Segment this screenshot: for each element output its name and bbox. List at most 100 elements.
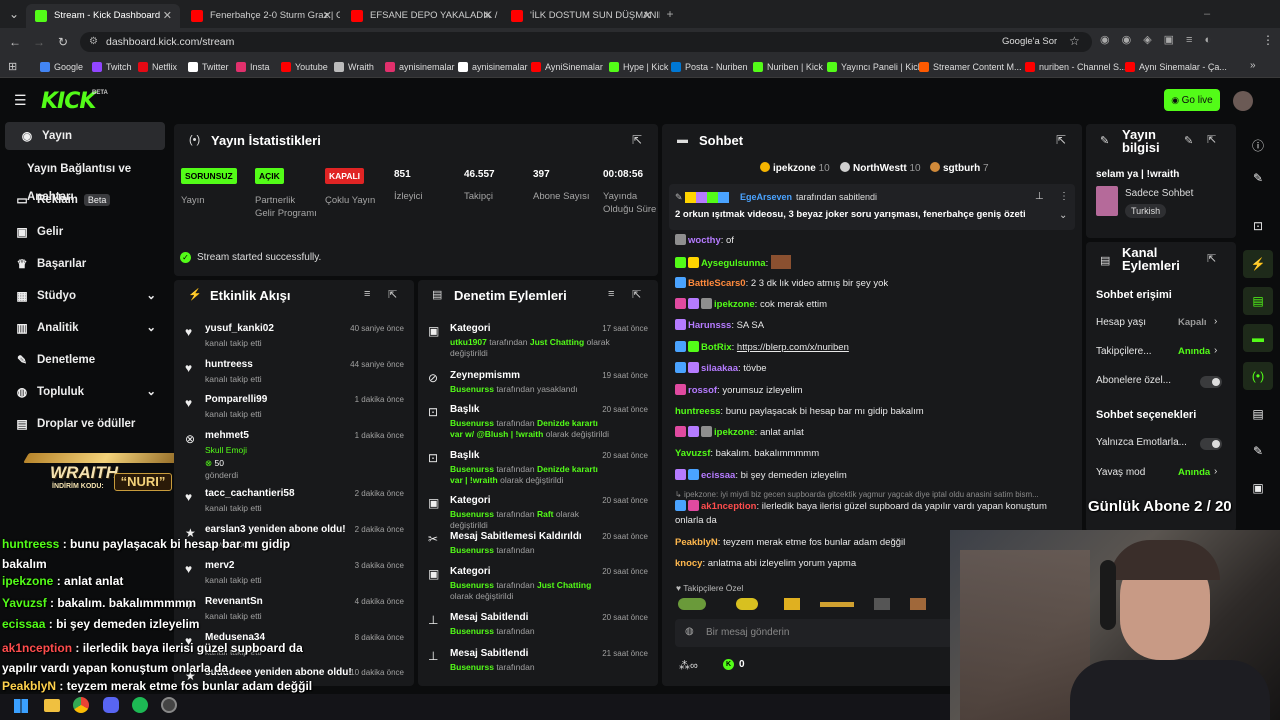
bookmark-item[interactable]: Aynı Sinemalar - Ça...: [1125, 59, 1227, 75]
bookmark-item[interactable]: Twitter: [188, 59, 229, 75]
window-controls[interactable]: –□✕: [1196, 0, 1280, 48]
chevron-down-icon[interactable]: ⌄: [146, 282, 156, 310]
channel-setting-row[interactable]: Abonelere özel...: [1096, 374, 1222, 390]
spotify-icon[interactable]: [132, 697, 148, 713]
chat-username[interactable]: silaakaa: [701, 363, 738, 374]
bookmark-star-icon[interactable]: ☆: [1069, 34, 1080, 48]
sidebar-item-8[interactable]: ◍ Topluluk ⌄: [0, 378, 170, 406]
avatar[interactable]: [1233, 91, 1253, 111]
focus-icon[interactable]: ⊡: [1243, 212, 1273, 240]
chat-username[interactable]: Harunsss: [688, 320, 731, 331]
channel-setting-row[interactable]: Hesap yaşı Kapalı ›: [1096, 316, 1222, 332]
kick-logo[interactable]: KICK: [41, 89, 96, 114]
channel-setting-row[interactable]: Yavaş mod Anında ›: [1096, 466, 1222, 482]
kicks-icon[interactable]: K: [723, 659, 734, 670]
sidebar-item-0[interactable]: ◉ Yayın: [5, 122, 165, 150]
chat-username[interactable]: Aysegulsunna: [701, 258, 766, 269]
popout-icon[interactable]: ⇱: [388, 288, 397, 301]
bookmark-item[interactable]: Posta - Nuriben: [671, 59, 748, 75]
sidebar-item-7[interactable]: ✎ Denetleme: [0, 346, 170, 374]
chevron-down-icon[interactable]: ⌄: [146, 314, 156, 342]
pinned-by-user[interactable]: EgeArseven: [740, 192, 792, 202]
google-lens-button[interactable]: Google'a Sor: [986, 34, 1063, 50]
extension-icons[interactable]: ◉◉◈▣≡◐: [1100, 33, 1260, 51]
sidebar-item-6[interactable]: ▥ Analitik ⌄: [0, 314, 170, 342]
emote[interactable]: [678, 598, 706, 610]
bookmark-item[interactable]: Streamer Content M...: [919, 59, 1022, 75]
bookmark-item[interactable]: Wraith: [334, 59, 374, 75]
event-title[interactable]: Pomparelli99: [205, 394, 267, 405]
sidebar-item-5[interactable]: ▦ Stüdyo ⌄: [0, 282, 170, 310]
go-live-button[interactable]: ◉ Go live: [1164, 89, 1220, 111]
top-gifter[interactable]: NorthWestt 10: [840, 162, 921, 174]
popout-icon[interactable]: ⇱: [1056, 133, 1066, 147]
chat-username[interactable]: rossof: [688, 385, 717, 396]
bookmark-item[interactable]: Insta: [236, 59, 270, 75]
list-icon[interactable]: ▤: [1243, 400, 1273, 428]
apps-grid-icon[interactable]: ⊞: [8, 60, 17, 73]
edit-icon[interactable]: ✎: [1243, 164, 1273, 192]
filter-icon[interactable]: ≡: [364, 288, 370, 300]
windows-start-icon[interactable]: [14, 699, 28, 713]
bookmark-item[interactable]: Twitch: [92, 59, 132, 75]
sidebar-item-1[interactable]: Yayın Bağlantısı ve Anahtarı: [0, 155, 170, 203]
url-field[interactable]: dashboard.kick.com/stream: [80, 32, 1092, 52]
bookmark-item[interactable]: aynisinemalar: [385, 59, 455, 75]
event-title[interactable]: RevenantSn: [205, 596, 263, 607]
popout-icon[interactable]: ⇱: [1207, 252, 1216, 265]
setting-toggle[interactable]: [1200, 438, 1222, 450]
browser-tab[interactable]: 'İLK DOSTUM SUN DÜŞMANIM ✕: [502, 4, 660, 28]
event-title[interactable]: huntreess: [205, 359, 253, 370]
mod-username[interactable]: Busenurss: [450, 418, 494, 428]
chat-username[interactable]: huntreess: [675, 406, 720, 417]
wrench-icon[interactable]: ✎: [1243, 437, 1273, 465]
mod-username[interactable]: Busenurss: [450, 384, 494, 394]
close-tab-icon[interactable]: ✕: [323, 4, 332, 28]
more-options-icon[interactable]: ⋮: [1059, 191, 1069, 202]
filter-icon[interactable]: ≡: [608, 288, 614, 300]
mod-username[interactable]: Busenurss: [450, 626, 494, 636]
chat-username[interactable]: ecissaa: [701, 470, 735, 481]
top-gifter[interactable]: ipekzone 10: [760, 162, 830, 174]
top-gifter[interactable]: sgtburh 7: [930, 162, 989, 174]
site-info-icon[interactable]: ⚙: [89, 36, 98, 47]
broadcast-icon[interactable]: (•): [1243, 362, 1273, 390]
mod-username[interactable]: Busenurss: [450, 464, 494, 474]
back-icon[interactable]: ←: [6, 28, 24, 56]
event-title[interactable]: tacc_cachantieri58: [205, 488, 295, 499]
chevron-down-icon[interactable]: ⌄: [1059, 210, 1067, 221]
file-explorer-icon[interactable]: [44, 699, 60, 712]
chat-username[interactable]: BattleScars0: [688, 278, 746, 289]
forward-icon[interactable]: →: [30, 28, 48, 56]
bookmark-item[interactable]: AyniSinemalar: [531, 59, 603, 75]
chat-text[interactable]: https://blerp.com/x/nuriben: [737, 342, 849, 353]
setting-toggle[interactable]: [1200, 376, 1222, 388]
close-tab-icon[interactable]: ✕: [643, 4, 652, 28]
bookmark-item[interactable]: Nuriben | Kick: [753, 59, 823, 75]
info-icon[interactable]: ⓘ: [1243, 132, 1273, 160]
chat-username[interactable]: knocy: [675, 558, 702, 569]
browser-tab[interactable]: Stream - Kick Dashboard ✕: [26, 4, 180, 28]
sidebar-item-4[interactable]: ♛ Başarılar: [0, 250, 170, 278]
lightning-icon[interactable]: ⚡: [1243, 250, 1273, 278]
bookmark-item[interactable]: Netflix: [138, 59, 177, 75]
menu-dots-icon[interactable]: ⋮: [1262, 33, 1274, 47]
sidebar-item-9[interactable]: ▤ Droplar ve ödüller: [0, 410, 170, 438]
chat-username[interactable]: wocthy: [688, 235, 721, 246]
reload-icon[interactable]: ↻: [54, 28, 72, 56]
popout-icon[interactable]: ⇱: [1207, 133, 1216, 146]
discord-icon[interactable]: [103, 697, 119, 713]
chat-username[interactable]: ipekzone: [714, 427, 755, 438]
chevron-right-icon[interactable]: ›: [1214, 316, 1217, 327]
emote[interactable]: [736, 598, 758, 610]
hamburger-menu-icon[interactable]: ☰: [14, 92, 27, 109]
channel-setting-row[interactable]: Takipçilere... Anında ›: [1096, 345, 1222, 361]
new-tab-button[interactable]: +: [662, 0, 678, 28]
chat-username[interactable]: PeakblyN: [675, 537, 718, 548]
close-tab-icon[interactable]: ✕: [163, 4, 172, 28]
event-title[interactable]: mehmet5: [205, 430, 249, 441]
emote[interactable]: [784, 598, 800, 610]
event-title[interactable]: yusuf_kanki02: [205, 323, 274, 334]
bookmark-item[interactable]: nuriben - Channel S...: [1025, 59, 1127, 75]
chevron-right-icon[interactable]: ›: [1214, 345, 1217, 356]
